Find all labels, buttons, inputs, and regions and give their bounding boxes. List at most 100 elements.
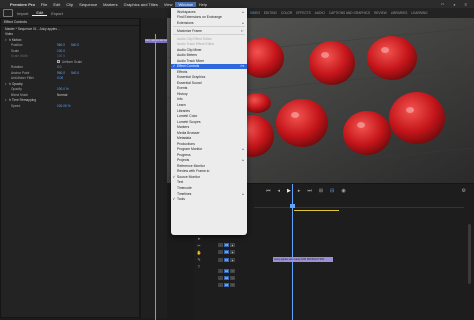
opacity-value[interactable]: 100.0 %: [57, 87, 69, 91]
track-eye-icon[interactable]: ◉: [230, 249, 235, 254]
workspace-editing[interactable]: EDITING: [262, 11, 279, 15]
overwrite-icon[interactable]: ⊟: [330, 188, 334, 194]
effect-controls-timeline[interactable]: Juicy apples are ready...: [140, 18, 167, 320]
menu-item-label: Maximize Frame: [177, 28, 203, 33]
step-back-icon[interactable]: ⏮: [266, 188, 271, 194]
effect-controls-panel: Effect Controls Master * Sequence 01 - J…: [0, 18, 140, 318]
workspace-video[interactable]: VIDEO: [248, 11, 262, 15]
menu-shortcut: ⇧5: [239, 64, 244, 69]
pen-tool-icon[interactable]: ✎: [194, 257, 204, 264]
step-forward-icon[interactable]: ⏭: [307, 188, 312, 194]
settings-icon[interactable]: ⚙: [462, 188, 466, 194]
frame-forward-icon[interactable]: ▸: [298, 188, 301, 194]
menu-help[interactable]: Help: [196, 2, 210, 7]
timeline-scrollbar[interactable]: [468, 224, 471, 284]
timeline-clip[interactable]: Juicy apples are ready FOR PRODUCTION: [273, 257, 333, 262]
timeline-ruler[interactable]: [254, 204, 464, 208]
track-target[interactable]: V3: [224, 242, 229, 247]
search-icon[interactable]: ⌕: [450, 2, 458, 7]
track-target[interactable]: V2: [224, 249, 229, 254]
play-icon[interactable]: ▶: [287, 188, 291, 194]
menu-bar: Premiere Pro File Edit Clip Sequence Mar…: [0, 0, 474, 8]
menu-markers[interactable]: Markers: [100, 2, 120, 7]
menu-app-name[interactable]: Premiere Pro: [7, 2, 38, 7]
menu-view[interactable]: View: [161, 2, 176, 7]
menu-item-label: Effect Controls: [177, 64, 200, 69]
track-target[interactable]: A1: [224, 268, 229, 273]
menu-item-tools[interactable]: ✓ Tools: [171, 196, 247, 202]
menu-file[interactable]: File: [38, 2, 50, 7]
rotation-value[interactable]: 0.0: [57, 65, 61, 69]
menu-edit[interactable]: Edit: [50, 2, 63, 7]
antiflicker-value[interactable]: 0.00: [57, 76, 63, 80]
speed-value[interactable]: 100.00 %: [57, 104, 70, 108]
control-center-icon[interactable]: ≡: [462, 2, 470, 7]
workspace-color[interactable]: COLOR: [279, 11, 294, 15]
track-target[interactable]: A2: [224, 275, 229, 280]
effect-clip-bar[interactable]: Juicy apples are ready...: [145, 39, 167, 43]
track-lock-icon[interactable]: ◘: [218, 282, 223, 287]
type-tool-icon[interactable]: T: [194, 264, 204, 271]
tab-import[interactable]: Import: [13, 11, 32, 16]
disclosure-icon[interactable]: ▾: [5, 98, 7, 102]
track-eye-icon[interactable]: ◉: [230, 257, 235, 262]
razor-tool-icon[interactable]: ✂: [194, 243, 204, 250]
workspace-audio[interactable]: AUDIO: [313, 11, 327, 15]
menu-item-label: Audio Clip Effect Editor: [177, 36, 212, 41]
tab-edit[interactable]: Edit: [32, 10, 48, 16]
effect-controls-tab[interactable]: Effect Controls: [1, 19, 139, 26]
workspace-review[interactable]: REVIEW: [372, 11, 389, 15]
menu-item-maximize-frame[interactable]: Maximize Frame ⇧`: [171, 28, 247, 34]
home-icon[interactable]: [3, 9, 13, 17]
track-mute-icon[interactable]: M: [230, 282, 235, 287]
menu-item-label: Timelines: [177, 191, 192, 196]
camera-icon[interactable]: ◉: [341, 188, 345, 194]
menu-item-label: Audio Meters: [177, 53, 197, 58]
track-lock-icon[interactable]: ◘: [218, 249, 223, 254]
track-lock-icon[interactable]: ◘: [218, 257, 223, 262]
insert-icon[interactable]: ⊞: [319, 188, 323, 194]
menu-window[interactable]: Window: [175, 1, 196, 7]
uniform-scale-checkbox[interactable]: [57, 60, 60, 64]
disclosure-icon[interactable]: ▾: [5, 38, 7, 42]
timeline-playhead[interactable]: [292, 184, 293, 320]
submenu-arrow-icon: ▸: [242, 147, 244, 152]
tab-export[interactable]: Export: [47, 11, 67, 16]
wifi-icon[interactable]: ◠: [438, 2, 448, 7]
blend-mode-select[interactable]: Normal: [57, 93, 67, 97]
workspace-libraries[interactable]: LIBRARIES: [389, 11, 410, 15]
scale-value[interactable]: 100.0: [57, 49, 65, 53]
scale-width-value[interactable]: 100.0: [57, 54, 65, 58]
position-x-value[interactable]: 960.0: [57, 43, 65, 47]
frame-back-icon[interactable]: ◂: [278, 188, 281, 194]
track-target[interactable]: V1: [224, 257, 229, 262]
menu-graphics[interactable]: Graphics and Titles: [121, 2, 161, 7]
mini-playhead[interactable]: [155, 34, 156, 320]
track-target[interactable]: A3: [224, 282, 229, 287]
render-bar: [294, 210, 339, 211]
menu-clip[interactable]: Clip: [63, 2, 76, 7]
menu-item-label: Audio Track Effect Editor: [177, 42, 215, 47]
track-mute-icon[interactable]: M: [230, 268, 235, 273]
checkmark-icon: ✓: [172, 197, 176, 202]
workspace-captions[interactable]: CAPTIONS AND GRAPHICS: [327, 11, 372, 15]
anchor-y-value[interactable]: 540.0: [71, 71, 79, 75]
hand-tool-icon[interactable]: ✋: [194, 250, 204, 257]
track-lock-icon[interactable]: ◘: [218, 268, 223, 273]
anchor-x-value[interactable]: 960.0: [57, 71, 65, 75]
menu-item-label: Info: [177, 97, 183, 102]
window-menu: Workspaces ▸ Find Extensions on Exchange Ex…: [171, 8, 247, 235]
track-lock-icon[interactable]: ◘: [218, 242, 223, 247]
workspace-effects[interactable]: EFFECTS: [294, 11, 313, 15]
track-mute-icon[interactable]: M: [230, 275, 235, 280]
menu-item-label: Extensions: [177, 20, 194, 25]
disclosure-icon[interactable]: ▾: [5, 82, 7, 86]
selection-tool-icon[interactable]: ➤: [194, 236, 204, 243]
menu-item-label: Productions: [177, 141, 195, 146]
workspace-learning[interactable]: LEARNING: [409, 11, 429, 15]
position-y-value[interactable]: 540.0: [71, 43, 79, 47]
track-lock-icon[interactable]: ◘: [218, 275, 223, 280]
menu-item-extensions[interactable]: Extensions ▸: [171, 20, 247, 26]
menu-sequence[interactable]: Sequence: [76, 2, 100, 7]
track-eye-icon[interactable]: ◉: [230, 242, 235, 247]
